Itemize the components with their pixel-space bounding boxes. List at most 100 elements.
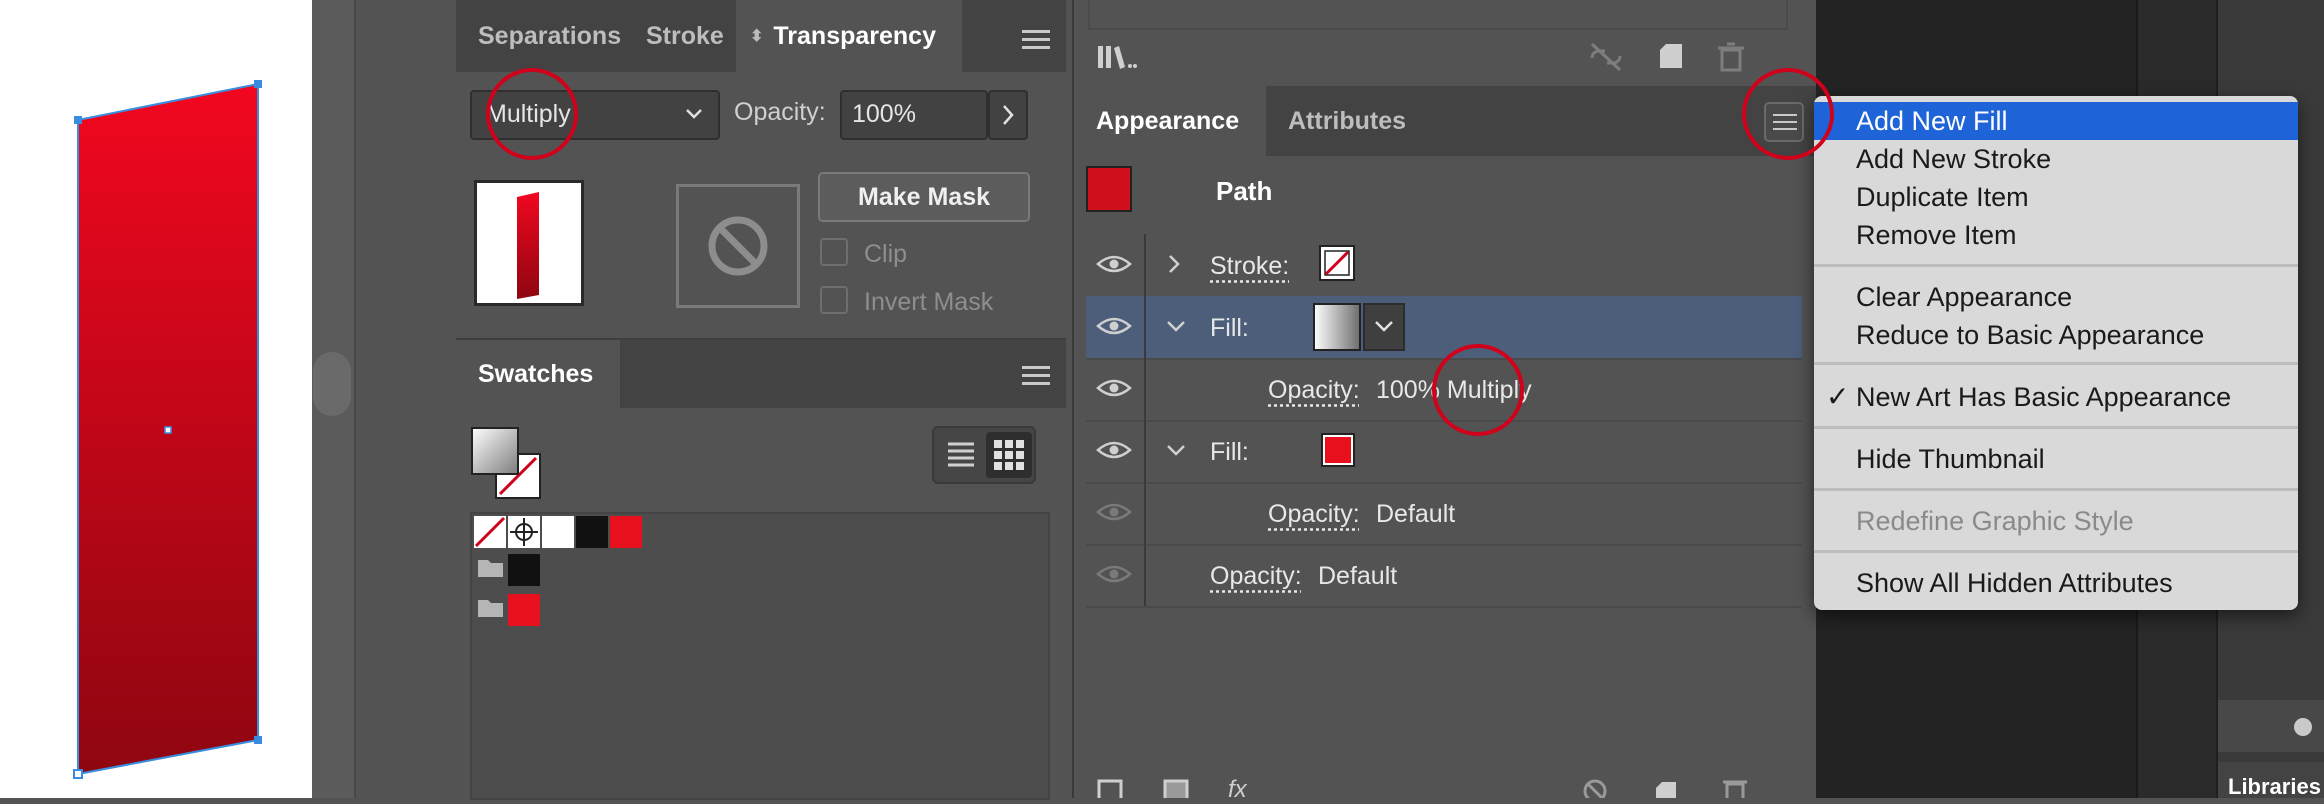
reorder-arrows-icon: ⬍ — [750, 28, 764, 45]
menu-separator — [1814, 362, 2298, 365]
object-type-label: Path — [1216, 176, 1273, 206]
tab-transparency[interactable]: ⬍ Transparency — [736, 0, 962, 72]
path-thumbnail — [1086, 166, 1132, 212]
menu-separator — [1814, 488, 2298, 491]
transparency-panel: Separations Stroke ⬍ Transparency Multip… — [456, 0, 1066, 338]
menu-item-remove-item[interactable]: Remove Item — [1814, 216, 2298, 254]
menu-item-show-hidden-attributes[interactable]: Show All Hidden Attributes — [1814, 564, 2298, 602]
object-thumbnail[interactable] — [474, 180, 584, 306]
grid-view-icon[interactable] — [986, 432, 1032, 478]
appearance-row-fill-red[interactable]: Fill: — [1086, 420, 1802, 484]
menu-item-reduce-basic[interactable]: Reduce to Basic Appearance — [1814, 316, 2298, 354]
menu-item-redefine-graphic-style: Redefine Graphic Style — [1856, 505, 2134, 536]
tab-swatches[interactable]: Swatches — [456, 340, 620, 408]
menu-item-add-new-stroke[interactable]: Add New Stroke — [1814, 140, 2298, 178]
visibility-eye-icon[interactable] — [1096, 252, 1132, 276]
scroll-handle[interactable] — [313, 352, 351, 416]
transparency-tabbar: Separations Stroke ⬍ Transparency — [456, 0, 1066, 72]
swatch-view-toggle — [932, 426, 1036, 484]
annotation-circle-menu-button — [1742, 68, 1834, 160]
opacity-arrow-button[interactable] — [988, 90, 1028, 140]
upper-panel-list — [1088, 0, 1788, 30]
clip-checkbox[interactable] — [820, 238, 848, 266]
visibility-eye-icon[interactable] — [1096, 376, 1132, 400]
tab-attributes[interactable]: Attributes — [1266, 86, 1434, 156]
menu-item-new-art-basic[interactable]: ✓ New Art Has Basic Appearance — [1814, 378, 2298, 416]
swatches-menu-icon[interactable] — [1022, 366, 1050, 386]
annotation-circle-multiply — [1432, 344, 1524, 436]
artboard[interactable] — [0, 0, 312, 798]
annotation-circle-blend-mode — [486, 68, 578, 160]
mask-thumbnail[interactable] — [676, 184, 800, 308]
folder-icon — [478, 560, 503, 577]
stroke-swatch[interactable] — [1318, 244, 1356, 282]
libraries-panel-slot — [2218, 700, 2324, 752]
swatch-black — [576, 516, 608, 548]
chevron-down-icon[interactable] — [1164, 316, 1188, 336]
appearance-row-object-opacity[interactable]: Opacity: Default — [1086, 544, 1802, 608]
appearance-footer: fx — [1096, 776, 1786, 803]
appearance-tabbar: Appearance Attributes — [1074, 86, 1818, 156]
menu-item-add-new-fill[interactable]: Add New Fill — [1814, 102, 2298, 140]
add-new-fill-icon[interactable] — [1162, 778, 1192, 798]
appearance-row-stroke[interactable]: Stroke: — [1086, 234, 1802, 298]
checkmark-icon: ✓ — [1826, 381, 1850, 412]
visibility-eye-icon[interactable] — [1096, 314, 1132, 338]
visibility-eye-icon[interactable] — [1096, 438, 1132, 462]
fill-gradient-swatch[interactable] — [1312, 302, 1408, 352]
clear-appearance-icon[interactable] — [1582, 778, 1612, 798]
tab-stroke[interactable]: Stroke — [628, 0, 736, 72]
fill-label[interactable]: Fill: — [1210, 438, 1249, 467]
appearance-object-header: Path — [1076, 156, 1806, 212]
swatch-none — [474, 516, 506, 548]
invert-mask-checkbox[interactable] — [820, 286, 848, 314]
make-mask-button[interactable]: Make Mask — [818, 172, 1030, 222]
selected-gradient-path[interactable] — [0, 0, 312, 798]
chevron-right-icon — [1003, 105, 1014, 125]
opacity-link[interactable]: Opacity: — [1210, 562, 1302, 591]
stroke-label[interactable]: Stroke: — [1210, 252, 1289, 281]
duplicate-item-icon[interactable] — [1652, 778, 1682, 798]
libraries-tab[interactable]: Libraries — [2218, 762, 2324, 799]
libraries-tab-label: Libraries — [2228, 774, 2321, 799]
opacity-input[interactable]: 100% — [840, 90, 988, 140]
menu-item-clear-appearance[interactable]: Clear Appearance — [1814, 278, 2298, 316]
appearance-row-fill-gradient[interactable]: Fill: — [1086, 296, 1802, 360]
opacity-value: Default — [1376, 500, 1456, 528]
trash-icon[interactable] — [1714, 40, 1748, 74]
menu-item-hide-thumbnail[interactable]: Hide Thumbnail — [1814, 440, 2298, 478]
visibility-eye-icon[interactable] — [1096, 500, 1132, 524]
break-link-icon[interactable] — [1586, 40, 1626, 74]
opacity-link[interactable]: Opacity: — [1268, 500, 1360, 529]
add-new-stroke-icon[interactable] — [1096, 778, 1126, 798]
chevron-down-icon[interactable] — [1164, 440, 1188, 460]
radio-dot-icon[interactable] — [2294, 718, 2312, 736]
list-view-icon[interactable] — [940, 434, 982, 476]
fill-stroke-indicator[interactable] — [470, 426, 550, 506]
menu-separator — [1814, 426, 2298, 429]
canvas-gutter — [354, 0, 450, 798]
menu-separator — [1814, 264, 2298, 267]
swatch-white — [542, 516, 574, 548]
libraries-icon[interactable] — [1096, 42, 1140, 74]
menu-item-duplicate-item[interactable]: Duplicate Item — [1814, 178, 2298, 216]
no-mask-icon — [708, 216, 768, 276]
new-item-icon[interactable] — [1654, 40, 1688, 74]
opacity-link[interactable]: Opacity: — [1268, 376, 1360, 405]
swatches-grid — [470, 512, 1050, 800]
opacity-value: Default — [1318, 562, 1398, 590]
swatch-registration — [508, 516, 540, 548]
fill-red-swatch[interactable] — [1320, 432, 1356, 468]
trash-icon[interactable] — [1720, 778, 1750, 798]
tab-separations[interactable]: Separations — [456, 0, 628, 72]
transparency-menu-icon[interactable] — [1022, 30, 1050, 50]
tab-appearance[interactable]: Appearance — [1074, 86, 1266, 156]
fx-icon[interactable]: fx — [1228, 776, 1247, 804]
chevron-right-icon[interactable] — [1164, 252, 1184, 276]
fill-label[interactable]: Fill: — [1210, 314, 1249, 343]
swatches-tabbar: Swatches — [456, 340, 1066, 408]
appearance-row-fill-red-opacity[interactable]: Opacity: Default — [1086, 482, 1802, 546]
chevron-down-icon — [684, 104, 704, 124]
swatches-panel: Swatches — [456, 338, 1066, 800]
visibility-eye-icon[interactable] — [1096, 562, 1132, 586]
